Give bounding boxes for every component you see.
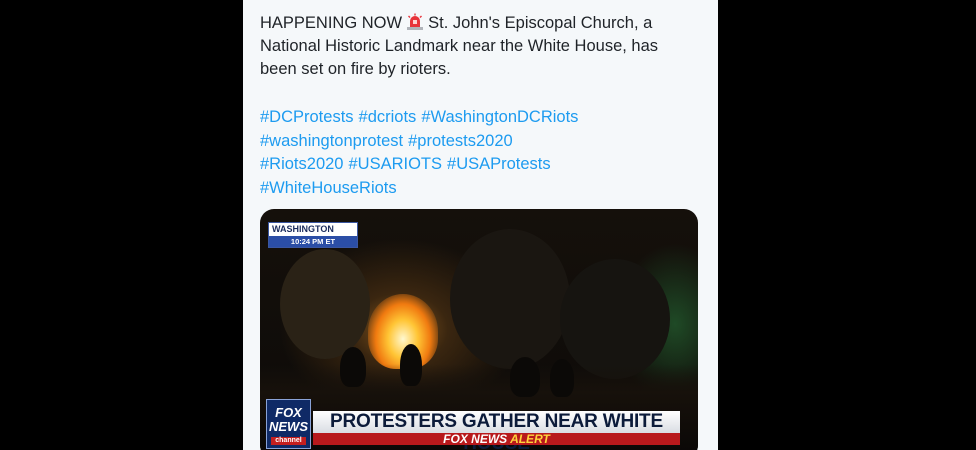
tree-silhouette [280, 249, 370, 359]
tweet-video[interactable]: WASHINGTON 10:24 PM ET FOX NEWS channel … [260, 209, 698, 450]
hashtag-list: #DCProtests #dcriots #WashingtonDCRiots #w… [260, 106, 710, 200]
crowd-head [340, 347, 366, 387]
tweet-text-line3: been set on fire by rioters. [260, 60, 451, 78]
police-light-icon [406, 13, 424, 31]
hashtag-link[interactable]: #protests2020 [408, 132, 513, 150]
tweet-text: HAPPENING NOW St. John's Episcopal Church… [260, 12, 710, 81]
location-label: WASHINGTON [269, 223, 357, 236]
hashtag-link[interactable]: #dcriots [359, 108, 417, 126]
hashtag-row: #DCProtests #dcriots #WashingtonDCRiots [260, 106, 710, 130]
crowd-head [550, 359, 574, 397]
crowd-head [510, 357, 540, 397]
news-headline: PROTESTERS GATHER NEAR WHITE HOUSE [313, 411, 680, 450]
tweet-text-line1: HAPPENING NOW St. John's Episcopal Church… [260, 13, 653, 32]
fox-news-logo: FOX NEWS channel [266, 399, 311, 449]
hashtag-link[interactable]: #USARIOTS [348, 155, 442, 173]
crowd-head [400, 344, 422, 386]
hashtag-row: #washingtonprotest #protests2020 [260, 130, 710, 154]
time-label: 10:24 PM ET [269, 236, 357, 247]
hashtag-row: #Riots2020 #USARIOTS #USAProtests [260, 153, 710, 177]
hashtag-row: #WhiteHouseRiots [260, 177, 710, 201]
location-badge: WASHINGTON 10:24 PM ET [268, 222, 358, 248]
tree-silhouette [560, 259, 670, 379]
tweet-card[interactable]: HAPPENING NOW St. John's Episcopal Church… [243, 0, 718, 450]
hashtag-link[interactable]: #washingtonprotest [260, 132, 403, 150]
hashtag-link[interactable]: #Riots2020 [260, 155, 343, 173]
hashtag-link[interactable]: #WashingtonDCRiots [421, 108, 578, 126]
hashtag-link[interactable]: #WhiteHouseRiots [260, 179, 397, 197]
hashtag-link[interactable]: #DCProtests [260, 108, 354, 126]
tree-silhouette [450, 229, 570, 369]
tweet-text-line2: National Historic Landmark near the Whit… [260, 37, 659, 55]
news-alert-bar: FOX NEWS ALERT [313, 433, 680, 445]
hashtag-link[interactable]: #USAProtests [447, 155, 551, 173]
